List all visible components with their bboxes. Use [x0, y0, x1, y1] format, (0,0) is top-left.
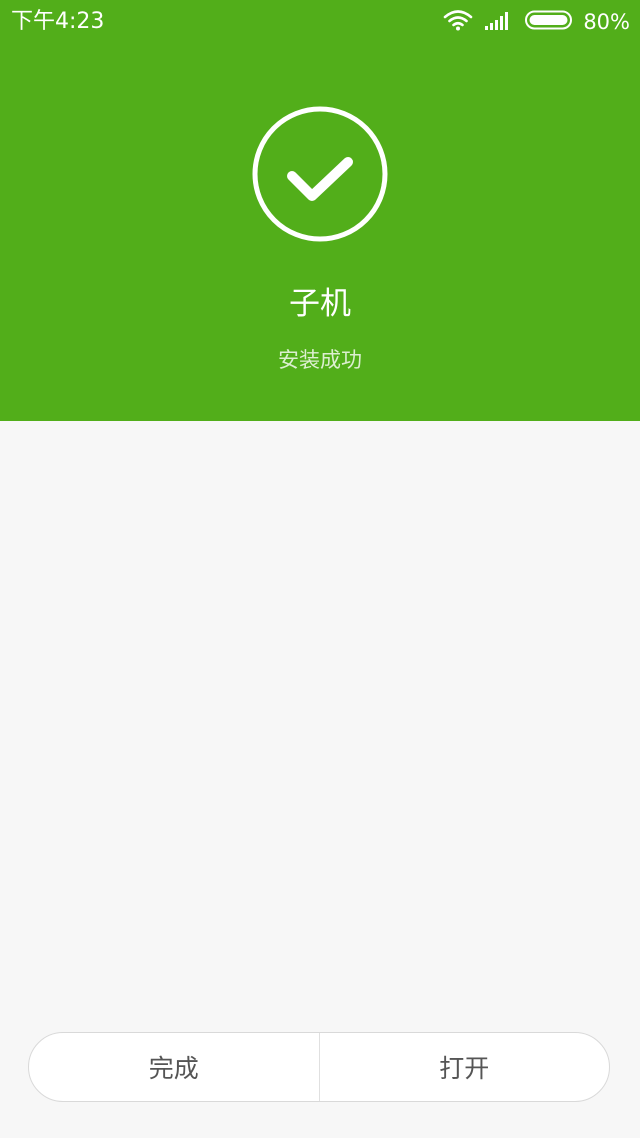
signal-icon [485, 10, 513, 34]
status-icons: 80% [431, 8, 630, 36]
install-status-text: 安装成功 [278, 348, 362, 372]
status-bar: 下午4:23 80% [0, 0, 640, 46]
wifi-icon [443, 9, 473, 35]
app-name: 子机 [289, 286, 351, 322]
done-button[interactable]: 完成 [29, 1033, 319, 1101]
check-circle-icon [252, 106, 388, 242]
open-button[interactable]: 打开 [320, 1033, 610, 1101]
action-button-group: 完成 打开 [28, 1032, 610, 1102]
battery-percent: 80% [583, 10, 630, 34]
header-banner: 下午4:23 80% 子机 安装成功 [0, 0, 640, 421]
battery-icon [525, 10, 575, 34]
status-time: 下午4:23 [11, 9, 105, 34]
